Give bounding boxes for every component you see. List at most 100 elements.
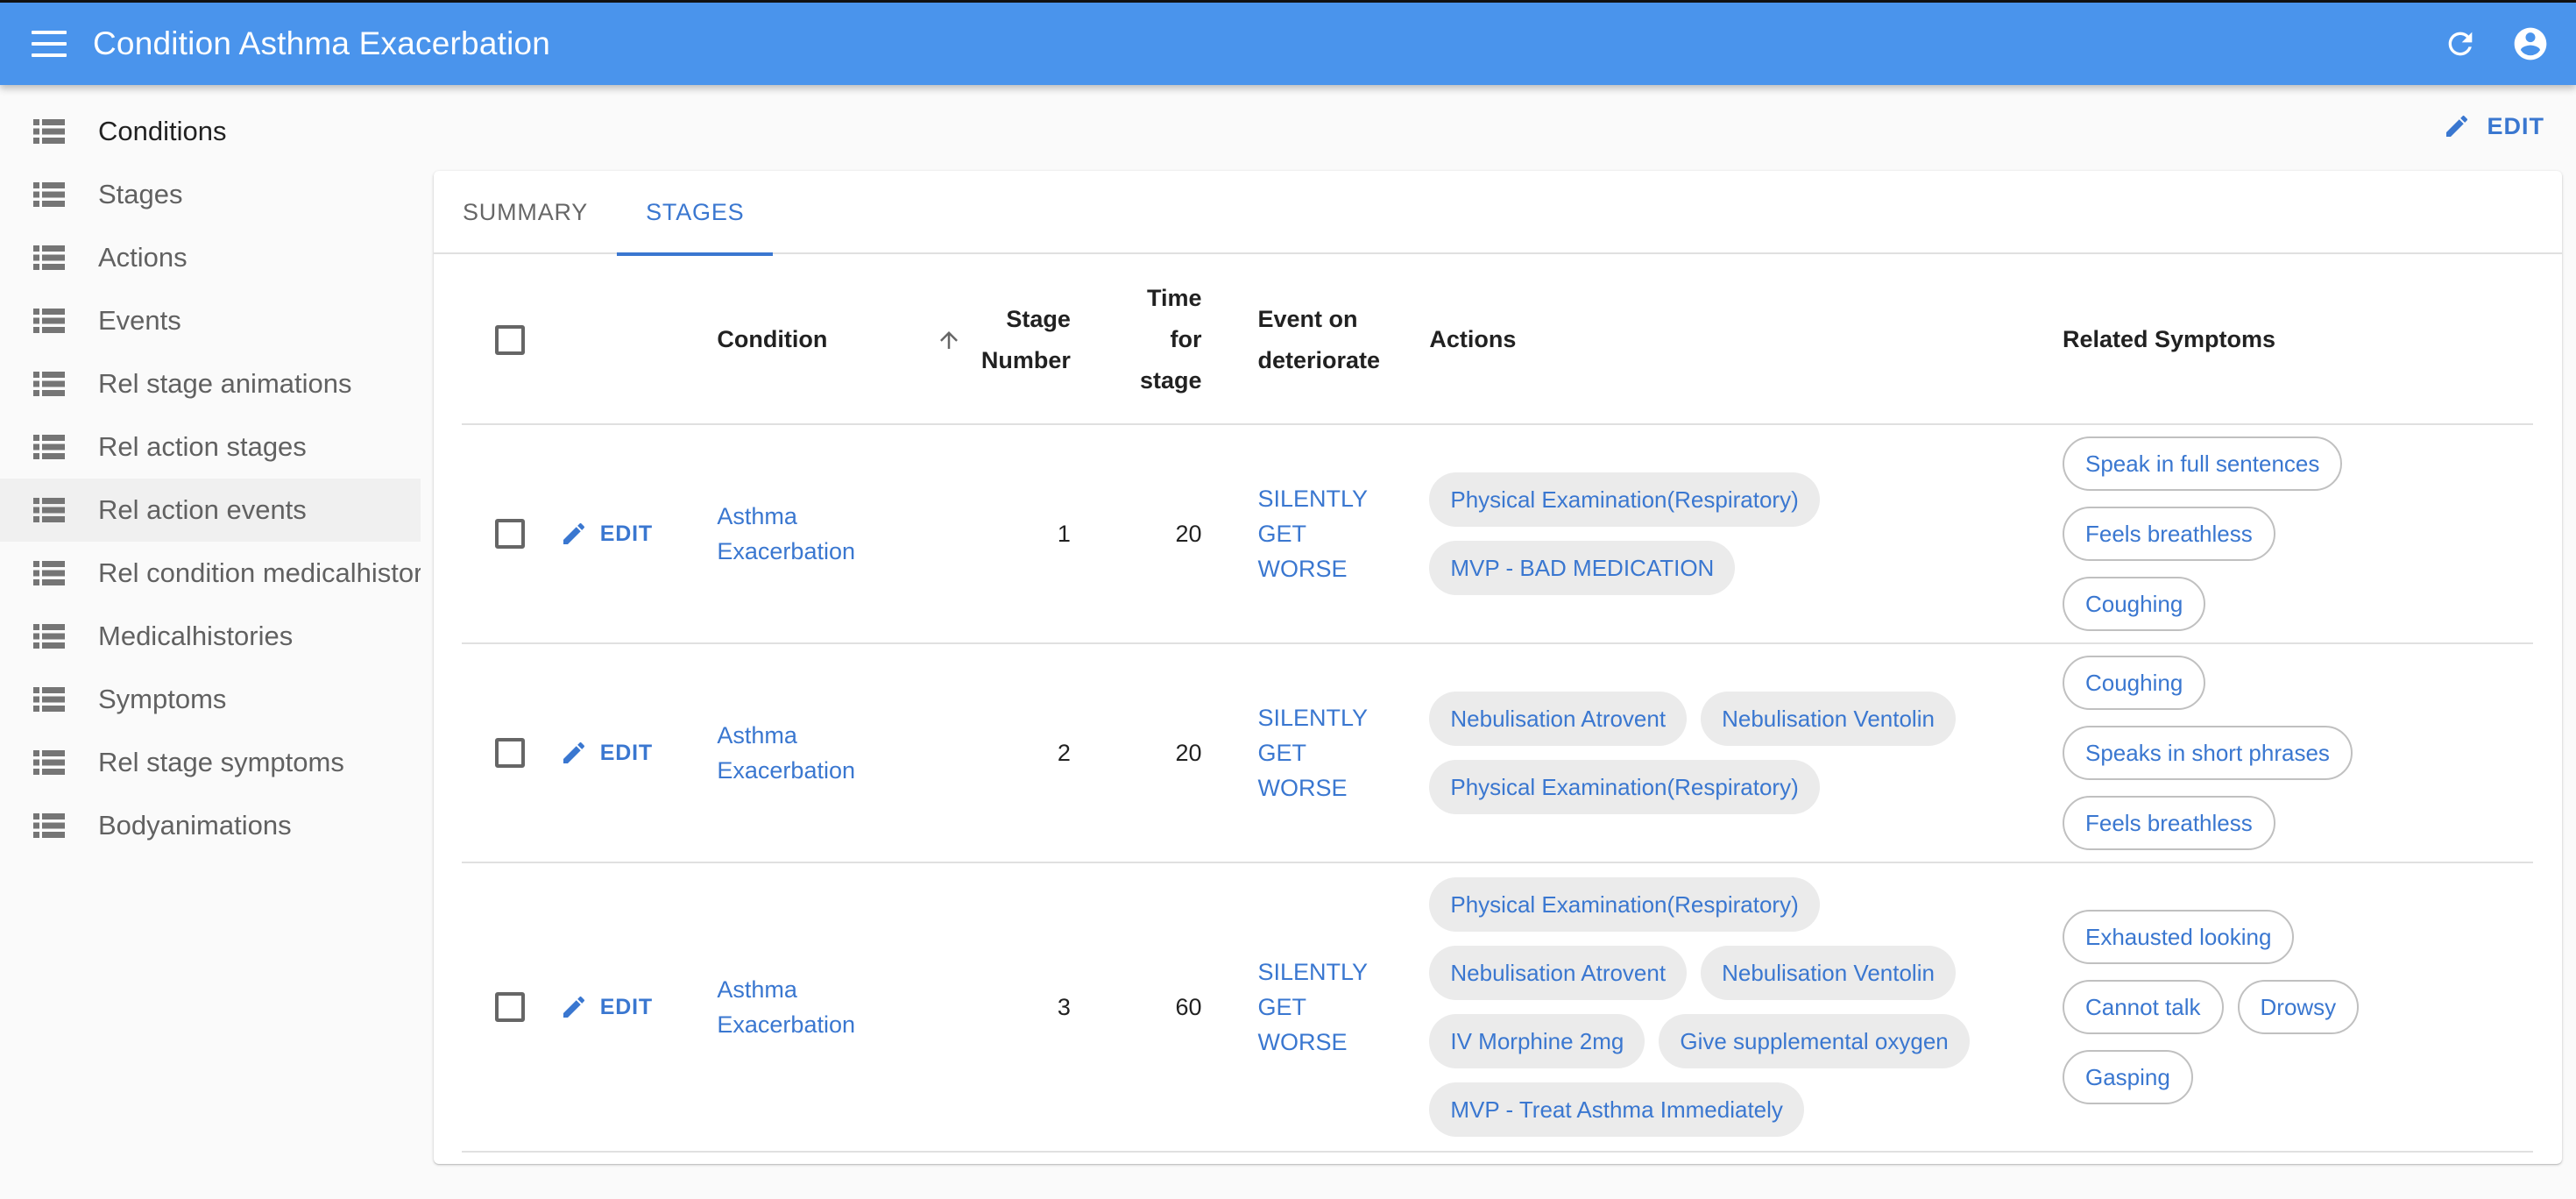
header-event-on-deteriorate[interactable]: Event on deteriorate [1201,256,1398,425]
sidebar-item-label: Actions [98,242,188,273]
list-icon [33,687,65,712]
sidebar-item-symptoms[interactable]: Symptoms [0,668,421,731]
table-row[interactable]: EDIT Asthma Exacerbation 3 60 SILENTLY GET WOR… [462,862,2533,1153]
time-for-stage-cell: 20 [1070,643,1202,863]
page-title: Condition Asthma Exacerbation [93,25,551,61]
symptom-chip[interactable]: Coughing [2062,656,2206,710]
sidebar-item-label: Rel stage animations [98,368,352,399]
tab-stages[interactable]: STAGES [617,171,774,256]
list-icon [33,119,65,144]
action-chip[interactable]: Nebulisation Ventolin [1701,946,1956,1000]
sort-arrow-up-icon [939,330,958,349]
condition-link[interactable]: Asthma Exacerbation [717,722,855,784]
time-for-stage-cell: 20 [1070,424,1202,644]
sidebar-item-label: Rel action stages [98,431,307,462]
pencil-icon [563,522,584,544]
sidebar-item-actions[interactable]: Actions [0,226,421,289]
sidebar-item-label: Conditions [98,116,227,146]
list-icon [33,750,65,775]
action-chip[interactable]: MVP - Treat Asthma Immediately [1429,1082,1804,1137]
action-chip[interactable]: Nebulisation Ventolin [1701,692,1956,746]
tab-summary[interactable]: SUMMARY [434,171,617,254]
sidebar-item-rel-stage-symptoms[interactable]: Rel stage symptoms [0,731,421,794]
sidebar-item-label: Symptoms [98,684,227,714]
symptom-chip[interactable]: Feels breathless [2062,507,2275,561]
list-icon [33,624,65,649]
action-chip[interactable]: Give supplemental oxygen [1659,1014,1970,1068]
action-chip[interactable]: Physical Examination(Respiratory) [1429,760,1820,814]
sidebar-item-stages[interactable]: Stages [0,163,421,226]
row-edit-button[interactable]: EDIT [560,990,718,1025]
condition-link[interactable]: Asthma Exacerbation [717,503,855,564]
symptom-chip[interactable]: Speaks in short phrases [2062,726,2353,780]
sidebar: Conditions Stages Actions Events Rel stage a… [0,100,421,857]
symptom-chip[interactable]: Coughing [2062,577,2206,631]
content-card: SUMMARY STAGES Condition Stage Number Tim… [434,171,2562,1164]
symptom-chip[interactable]: Exhausted looking [2062,910,2295,964]
actions-chip-list: Physical Examination(Respiratory) MVP - B… [1429,462,2063,606]
action-chip[interactable]: Nebulisation Atrovent [1429,946,1688,1000]
symptom-chip[interactable]: Speak in full sentences [2062,436,2343,491]
list-icon [33,245,65,270]
time-for-stage-cell: 60 [1070,862,1202,1153]
symptom-chip[interactable]: Feels breathless [2062,796,2275,850]
list-icon [33,435,65,459]
action-chip[interactable]: Physical Examination(Respiratory) [1429,877,1820,932]
action-chip[interactable]: IV Morphine 2mg [1429,1014,1645,1068]
table-row[interactable]: EDIT Asthma Exacerbation 1 20 SILENTLY GET WOR… [462,424,2533,644]
app-bar: Condition Asthma Exacerbation [0,0,2576,85]
actions-chip-list: Physical Examination(Respiratory) Nebulis… [1429,867,2063,1147]
header-actions[interactable]: Actions [1398,256,2063,425]
menu-icon[interactable] [32,31,67,57]
account-circle-icon[interactable] [2511,25,2550,63]
action-chip[interactable]: MVP - BAD MEDICATION [1429,541,1736,595]
condition-link[interactable]: Asthma Exacerbation [717,976,855,1038]
sidebar-item-rel-action-events[interactable]: Rel action events [0,479,421,542]
sidebar-item-rel-stage-animations[interactable]: Rel stage animations [0,352,421,415]
event-link[interactable]: SILENTLY GET WORSE [1257,486,1368,582]
stage-number-cell: 2 [935,643,1071,863]
sidebar-item-label: Rel condition medicalhistories [98,557,421,588]
header-condition[interactable]: Condition [717,256,936,425]
event-link[interactable]: SILENTLY GET WORSE [1257,959,1368,1055]
row-checkbox[interactable] [495,992,525,1022]
sidebar-item-rel-condition-medicalhistories[interactable]: Rel condition medicalhistories [0,542,421,605]
edit-button[interactable]: EDIT [2443,112,2544,140]
symptom-chip[interactable]: Drowsy [2237,980,2360,1034]
sidebar-item-events[interactable]: Events [0,289,421,352]
sidebar-item-medicalhistories[interactable]: Medicalhistories [0,605,421,668]
select-all-checkbox[interactable] [495,324,525,355]
list-icon [33,813,65,838]
edit-label: EDIT [2487,112,2544,139]
symptom-chip[interactable]: Gasping [2062,1050,2193,1104]
header-related-symptoms[interactable]: Related Symptoms [2062,256,2533,425]
symptom-chip[interactable]: Cannot talk [2062,980,2224,1034]
actions-chip-list: Nebulisation Atrovent Nebulisation Ventol… [1429,681,2063,825]
row-edit-button[interactable]: EDIT [560,735,718,770]
sidebar-item-rel-action-stages[interactable]: Rel action stages [0,415,421,479]
sidebar-item-label: Medicalhistories [98,621,294,651]
table-row[interactable]: EDIT Asthma Exacerbation 2 20 SILENTLY GET WOR… [462,643,2533,863]
header-stage-number[interactable]: Stage Number [935,256,1071,425]
sidebar-item-label: Events [98,305,181,336]
symptoms-chip-list: Exhausted looking Cannot talk Drowsy Gaspin… [2062,898,2396,1116]
stages-table: Condition Stage Number Time for stage Event… [462,256,2533,1153]
tab-bar: SUMMARY STAGES [434,171,2562,256]
action-chip[interactable]: Physical Examination(Respiratory) [1429,472,1820,527]
sidebar-item-bodyanimations[interactable]: Bodyanimations [0,794,421,857]
pencil-icon [563,996,584,1018]
sidebar-item-conditions[interactable]: Conditions [0,100,421,163]
symptoms-chip-list: Coughing Speaks in short phrases Feels bre… [2062,644,2396,862]
row-checkbox[interactable] [495,738,525,768]
list-icon [33,561,65,585]
header-time-for-stage[interactable]: Time for stage [1070,256,1202,425]
symptoms-chip-list: Speak in full sentences Feels breathless C… [2062,425,2396,642]
action-chip[interactable]: Nebulisation Atrovent [1429,692,1688,746]
refresh-icon[interactable] [2441,25,2480,63]
sidebar-item-label: Stages [98,179,183,209]
list-icon [33,372,65,396]
event-link[interactable]: SILENTLY GET WORSE [1257,705,1368,801]
row-checkbox[interactable] [495,519,525,549]
row-edit-button[interactable]: EDIT [560,516,718,551]
pencil-icon [563,741,584,763]
